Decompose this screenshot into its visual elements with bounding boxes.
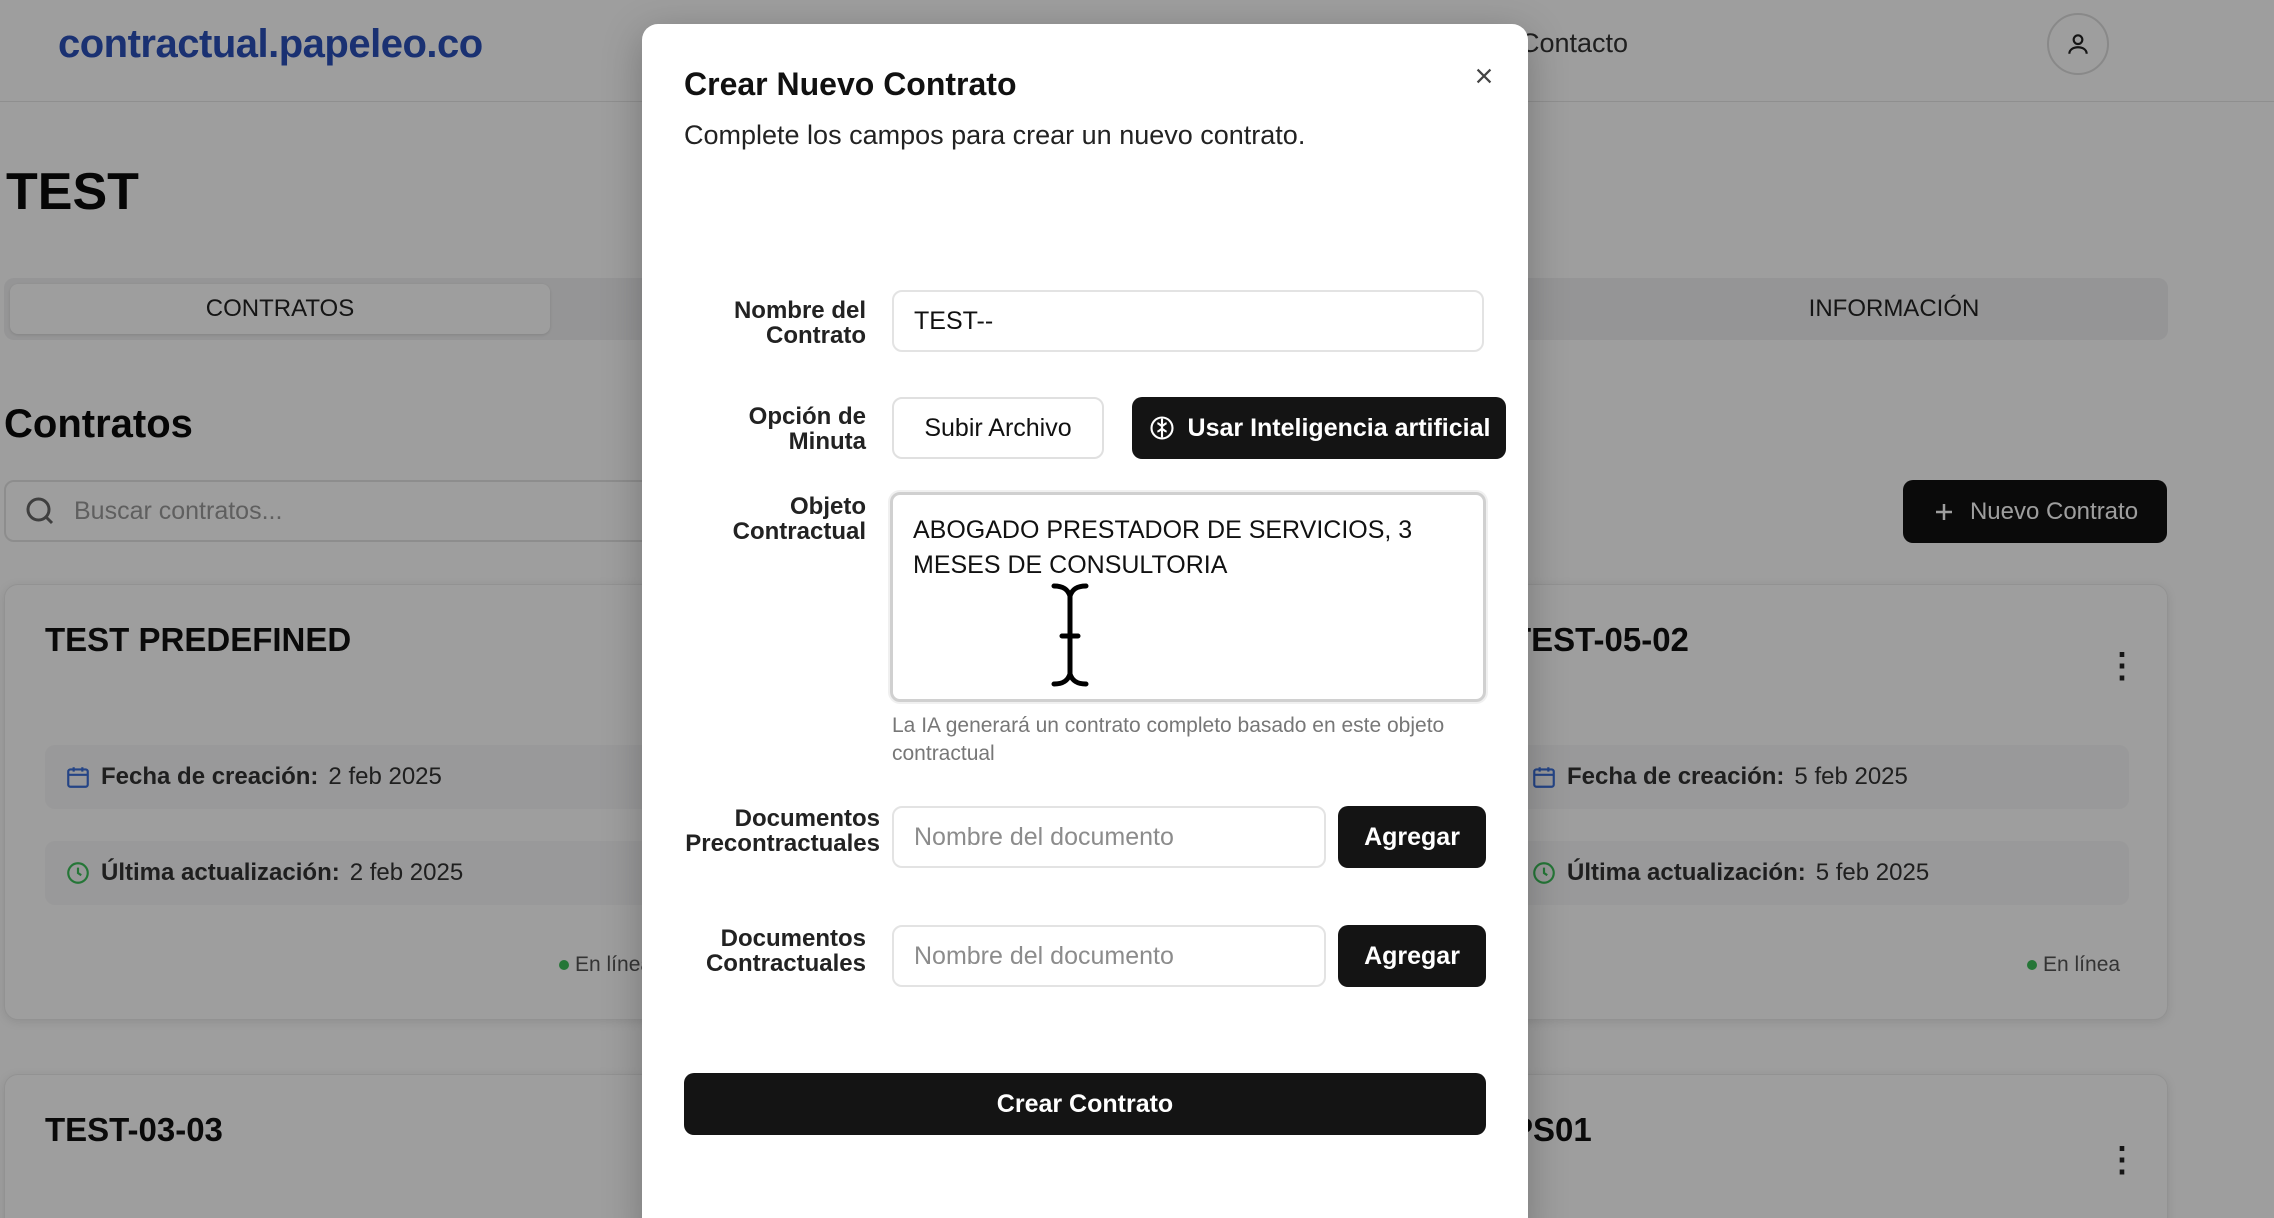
upload-file-button[interactable]: Subir Archivo: [892, 397, 1104, 459]
close-button[interactable]: [1462, 54, 1506, 98]
brain-icon: [1149, 416, 1174, 440]
contract-name-label: Nombre del Contrato: [733, 297, 866, 349]
text-cursor-icon: [1049, 581, 1091, 689]
use-ai-button[interactable]: Usar Inteligencia artificial: [1132, 397, 1506, 459]
precontract-docs-label: Documentos Precontractuales: [685, 805, 880, 857]
create-contract-button[interactable]: Crear Contrato: [684, 1073, 1486, 1135]
contract-object-label: Objeto Contractual: [732, 493, 866, 545]
contract-name-input[interactable]: TEST--: [892, 290, 1484, 352]
contract-object-textarea[interactable]: ABOGADO PRESTADOR DE SERVICIOS, 3 MESES …: [890, 492, 1486, 702]
add-precontract-doc-button[interactable]: Agregar: [1338, 806, 1486, 868]
add-contract-doc-button[interactable]: Agregar: [1338, 925, 1486, 987]
contract-doc-input[interactable]: Nombre del documento: [892, 925, 1326, 987]
minute-option-label: Opción de Minuta: [748, 403, 866, 455]
contract-docs-label: Documentos Contractuales: [705, 925, 866, 977]
close-icon: [1476, 68, 1492, 84]
dialog-description: Complete los campos para crear un nuevo …: [684, 120, 1306, 150]
contract-object-hint: La IA generará un contrato completo basa…: [892, 714, 1445, 765]
use-ai-label: Usar Inteligencia artificial: [1187, 413, 1491, 442]
dialog-title: Crear Nuevo Contrato: [684, 66, 1017, 102]
precontract-doc-input[interactable]: Nombre del documento: [892, 806, 1326, 868]
